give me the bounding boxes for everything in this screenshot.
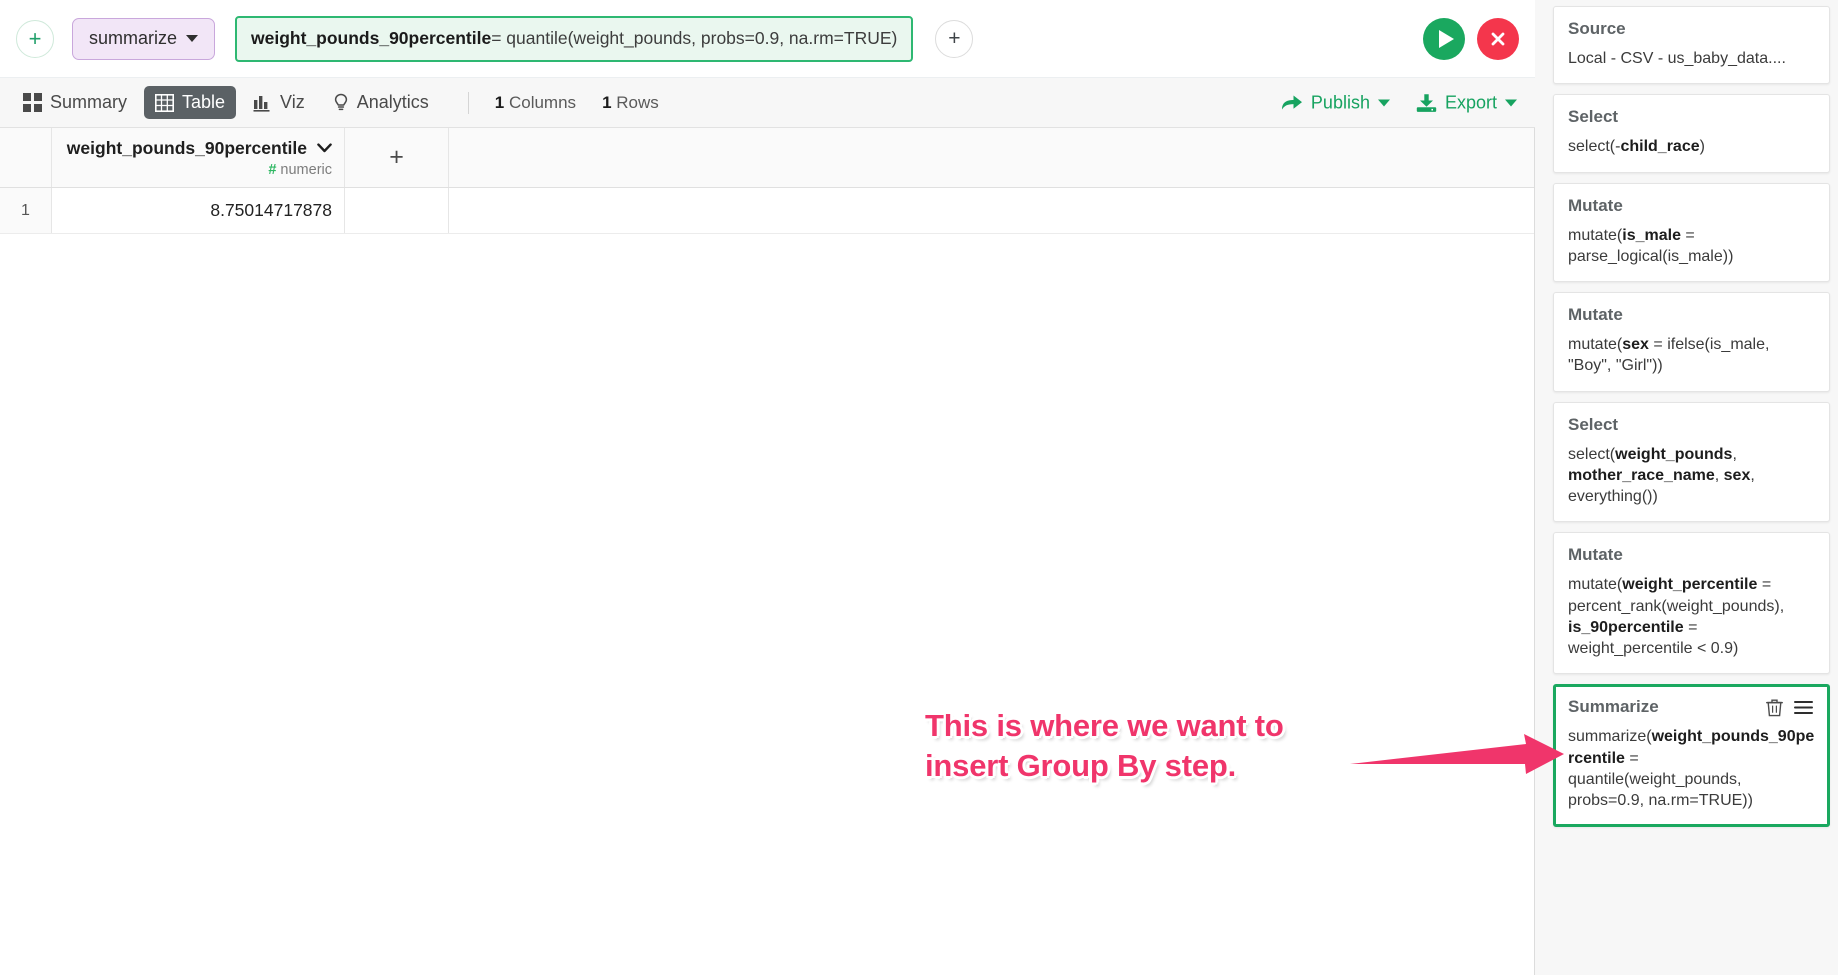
publish-label: Publish — [1310, 92, 1370, 112]
grid-divider — [1534, 128, 1535, 975]
run-button[interactable] — [1423, 17, 1465, 60]
pipeline-step-mutate-3[interactable]: Mutate mutate(weight_percentile = percen… — [1553, 532, 1830, 675]
step-body: summarize(weight_pounds_90percentile = q… — [1568, 728, 1815, 810]
tab-analytics[interactable]: Analytics — [322, 86, 440, 119]
pipeline-step-mutate-1[interactable]: Mutate mutate(is_male = parse_logical(is… — [1553, 182, 1830, 283]
plus-icon: + — [389, 143, 404, 171]
trash-icon[interactable] — [1766, 698, 1783, 717]
step-body: mutate(sex = ifelse(is_male, "Boy", "Gir… — [1568, 336, 1770, 375]
row-filler — [449, 188, 1535, 233]
hamburger-menu-icon[interactable] — [1794, 700, 1813, 715]
export-label: Export — [1444, 92, 1497, 112]
chevron-down-icon — [186, 35, 199, 42]
cancel-button[interactable] — [1477, 17, 1519, 60]
bar-chart-icon — [253, 95, 270, 112]
columns-count-label: Columns — [508, 92, 577, 112]
rows-count-label: Rows — [616, 92, 659, 112]
columns-count: 1 Columns — [495, 93, 576, 113]
pipeline-step-select-1[interactable]: Select select(-child_race) — [1553, 94, 1830, 173]
download-icon — [1416, 93, 1437, 112]
pipeline-step-summarize[interactable]: Summarize summarize(weight_pounds_90perc… — [1553, 684, 1830, 827]
tab-table-label: Table — [182, 92, 226, 112]
column-header-label: weight_pounds_90percentile — [66, 137, 307, 158]
pipeline-sidebar: Source Local - CSV - us_baby_data.... Se… — [1545, 0, 1838, 975]
add-step-before-button[interactable]: + — [16, 19, 54, 58]
table-icon — [155, 93, 175, 112]
step-title: Mutate — [1568, 195, 1623, 215]
data-table: weight_pounds_90percentile # numeric + 1… — [0, 128, 1535, 975]
rows-count: 1 Rows — [602, 93, 659, 113]
step-body: mutate(is_male = parse_logical(is_male)) — [1568, 226, 1734, 265]
step-title: Source — [1568, 19, 1626, 38]
run-controls — [1423, 17, 1519, 60]
share-arrow-icon — [1281, 95, 1302, 110]
tab-viz[interactable]: Viz — [242, 86, 316, 119]
numeric-hash-icon: # — [268, 161, 277, 178]
view-tabbar: Summary Table Viz Analytics 1 Columns 1 … — [0, 78, 1535, 128]
tab-summary[interactable]: Summary — [12, 86, 138, 119]
chevron-down-icon — [1377, 99, 1390, 106]
header-filler — [449, 128, 1535, 187]
formula-toolbar: + summarize weight_pounds_90percentile =… — [0, 0, 1535, 78]
step-body: select(-child_race) — [1568, 138, 1705, 156]
plus-icon: + — [948, 27, 961, 50]
step-body: Local - CSV - us_baby_data.... — [1568, 50, 1786, 67]
tab-analytics-label: Analytics — [356, 92, 429, 112]
export-button[interactable]: Export — [1416, 92, 1517, 113]
row-index: 1 — [0, 188, 52, 233]
column-type-label: numeric — [280, 161, 332, 178]
tab-table[interactable]: Table — [144, 86, 237, 119]
add-column-button[interactable]: + — [345, 128, 449, 187]
grid-squares-icon — [23, 93, 42, 112]
column-type: # numeric — [268, 162, 332, 178]
step-body: mutate(weight_percentile = percent_rank(… — [1568, 576, 1785, 658]
verb-label: summarize — [89, 28, 178, 48]
cell-blank — [345, 188, 449, 233]
chevron-down-icon[interactable] — [317, 143, 332, 153]
row-index-header — [0, 128, 52, 187]
add-step-after-button[interactable]: + — [935, 19, 974, 58]
table-header-row: weight_pounds_90percentile # numeric + — [0, 128, 1535, 188]
chevron-down-icon — [1505, 99, 1517, 106]
columns-count-value: 1 — [494, 92, 505, 112]
formula-output-name: weight_pounds_90percentile — [251, 28, 492, 48]
play-icon — [1438, 29, 1454, 48]
export-actions: Publish Export — [1281, 92, 1517, 113]
step-title: Select — [1568, 414, 1619, 434]
tab-viz-label: Viz — [280, 92, 305, 112]
column-header-weight-pounds-90percentile[interactable]: weight_pounds_90percentile # numeric — [52, 128, 345, 187]
tab-summary-label: Summary — [50, 92, 128, 112]
publish-button[interactable]: Publish — [1281, 92, 1390, 113]
step-body: select(weight_pounds, mother_race_name, … — [1568, 445, 1755, 506]
step-actions — [1766, 698, 1813, 717]
verb-dropdown[interactable]: summarize — [72, 17, 216, 60]
cell-value[interactable]: 8.75014717878 — [52, 188, 345, 233]
plus-icon: + — [28, 25, 42, 51]
step-title: Mutate — [1568, 305, 1623, 325]
step-title: Mutate — [1568, 545, 1623, 565]
step-title: Select — [1568, 107, 1619, 127]
close-icon — [1491, 32, 1505, 45]
pipeline-step-mutate-2[interactable]: Mutate mutate(sex = ifelse(is_male, "Boy… — [1553, 292, 1830, 392]
lightbulb-icon — [334, 93, 347, 111]
formula-expression: = quantile(weight_pounds, probs=0.9, na.… — [491, 28, 898, 48]
formula-input[interactable]: weight_pounds_90percentile = quantile(we… — [235, 15, 914, 62]
pipeline-step-source[interactable]: Source Local - CSV - us_baby_data.... — [1553, 6, 1830, 85]
divider — [467, 91, 469, 114]
table-row[interactable]: 1 8.75014717878 — [0, 188, 1535, 234]
rows-count-value: 1 — [602, 92, 612, 112]
pipeline-step-select-2[interactable]: Select select(weight_pounds, mother_race… — [1553, 401, 1830, 523]
